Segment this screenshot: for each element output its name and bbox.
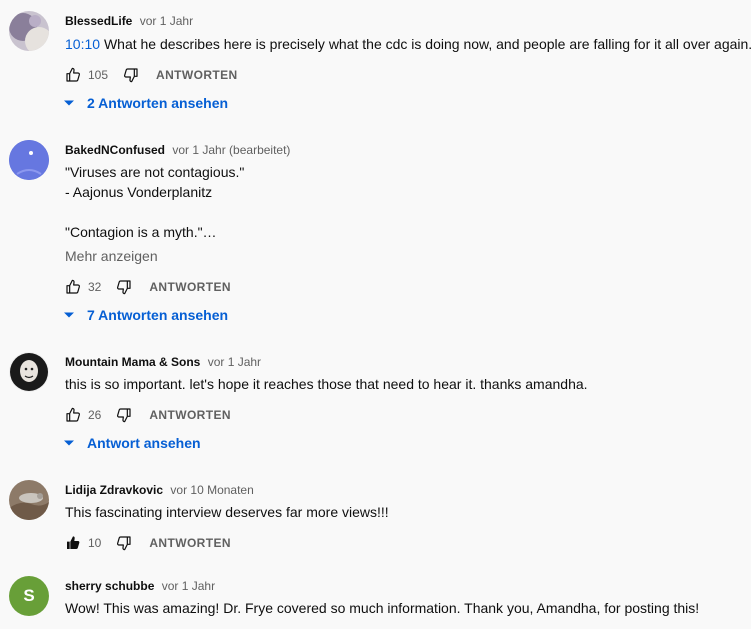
chevron-down-icon [63,437,75,449]
comment-header: Lidija Zdravkovic vor 10 Monaten [65,483,254,497]
comment-header: BlessedLife vor 1 Jahr [65,14,193,28]
comment-toolbar: 10 ANTWORTEN [64,533,231,553]
view-replies-button[interactable]: 2 Antworten ansehen [63,95,228,111]
thumbs-up-filled-icon[interactable] [64,534,82,552]
thumbs-down-icon[interactable] [115,534,133,552]
reply-button[interactable]: ANTWORTEN [156,68,238,82]
comment-text: this is so important. let's hope it reac… [65,374,588,394]
comment-header: sherry schubbe vor 1 Jahr [65,579,215,593]
comment-text: Wow! This was amazing! Dr. Frye covered … [65,598,699,618]
comment-toolbar: 26 ANTWORTEN [64,405,231,425]
comment-toolbar: 105 ANTWORTEN [64,65,238,85]
thumbs-up-icon[interactable] [64,278,82,296]
view-replies-label: 2 Antworten ansehen [87,95,229,111]
avatar-letter: S [23,586,35,605]
comment-text: This fascinating interview deserves far … [65,502,389,522]
like-count: 26 [88,408,102,422]
comment-line: What he describes here is precisely what… [103,36,751,52]
comment-date[interactable]: vor 1 Jahr [140,14,193,28]
timestamp-link[interactable]: 10:10 [65,36,100,52]
comment-line: Wow! This was amazing! Dr. Frye covered … [65,600,700,616]
view-replies-label: Antwort ansehen [87,435,201,451]
author-name[interactable]: Lidija Zdravkovic [65,483,163,497]
thumbs-down-icon[interactable] [115,278,133,296]
like-count: 32 [88,280,102,294]
comment-line: This fascinating interview deserves far … [65,504,389,520]
author-name[interactable]: BakedNConfused [65,143,165,157]
comment-date[interactable]: vor 1 Jahr [162,579,215,593]
avatar[interactable] [9,11,49,51]
comment-text: "Viruses are not contagious." - Aajonus … [65,162,244,242]
show-more-button[interactable]: Mehr anzeigen [65,248,158,264]
avatar-image [9,140,49,180]
comment-date[interactable]: vor 1 Jahr [208,355,261,369]
comment-line: "Contagion is a myth."… [65,224,217,240]
reply-button[interactable]: ANTWORTEN [149,280,231,294]
avatar[interactable] [9,480,49,520]
author-name[interactable]: Mountain Mama & Sons [65,355,200,369]
author-name[interactable]: sherry schubbe [65,579,154,593]
comment-text: 10:10 What he describes here is precisel… [65,34,751,54]
view-replies-label: 7 Antworten ansehen [87,307,229,323]
like-count: 105 [88,68,109,82]
comment-line: "Viruses are not contagious." [65,164,245,180]
avatar[interactable] [9,140,49,180]
chevron-down-icon [63,309,75,321]
reply-button[interactable]: ANTWORTEN [149,536,231,550]
avatar[interactable]: S [9,576,49,616]
comment-header: Mountain Mama & Sons vor 1 Jahr [65,355,261,369]
comment-toolbar: 32 ANTWORTEN [64,277,231,297]
avatar-image [9,352,49,392]
thumbs-down-icon[interactable] [122,66,140,84]
avatar-image [9,11,49,51]
comment-header: BakedNConfused vor 1 Jahr (bearbeitet) [65,143,290,157]
thumbs-down-icon[interactable] [115,406,133,424]
like-count: 10 [88,536,102,550]
view-replies-button[interactable]: 7 Antworten ansehen [63,307,228,323]
avatar[interactable] [9,352,49,392]
thumbs-up-icon[interactable] [64,406,82,424]
view-replies-button[interactable]: Antwort ansehen [63,435,201,451]
comment-line: - Aajonus Vonderplanitz [65,184,213,200]
author-name[interactable]: BlessedLife [65,14,132,28]
thumbs-up-icon[interactable] [64,66,82,84]
comment-line: this is so important. let's hope it reac… [65,376,588,392]
reply-button[interactable]: ANTWORTEN [149,408,231,422]
comment-date[interactable]: vor 1 Jahr (bearbeitet) [172,143,290,157]
comment-line-blank [65,202,244,222]
avatar-image [9,480,49,520]
comment-date[interactable]: vor 10 Monaten [170,483,253,497]
chevron-down-icon [63,97,75,109]
